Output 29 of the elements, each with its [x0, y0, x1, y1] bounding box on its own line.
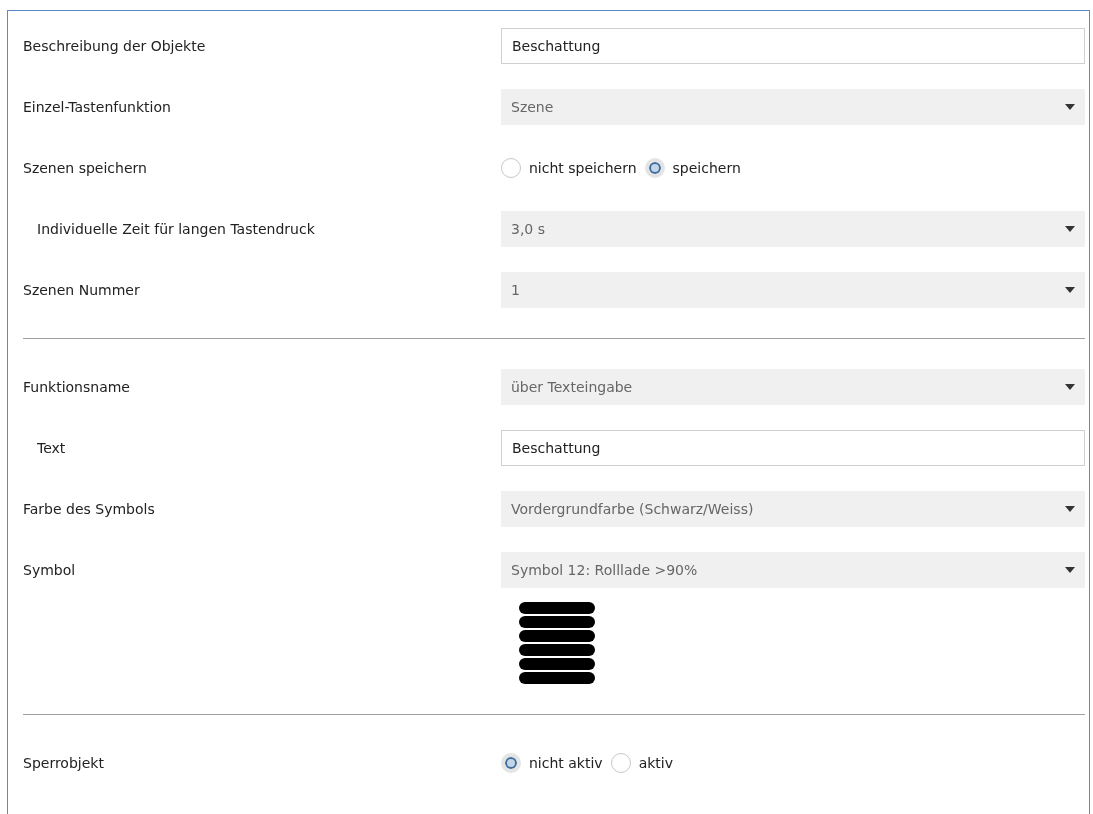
field-label: Farbe des Symbols	[23, 500, 156, 517]
field-label: Text	[36, 439, 67, 456]
field-label: Szenen speichern	[23, 159, 148, 176]
caret-icon	[1065, 505, 1075, 512]
text-field[interactable]: Beschattung	[501, 27, 1085, 64]
caret-icon	[1065, 286, 1075, 293]
dropdown[interactable]: Szene	[501, 88, 1085, 125]
dropdown[interactable]: über Texteingabe	[501, 368, 1085, 405]
radio-option[interactable]: aktiv	[610, 752, 673, 773]
radio-option[interactable]: nicht speichern	[501, 157, 637, 178]
field-label: Einzel-Tastenfunktion	[23, 98, 172, 115]
field-label: Individuelle Zeit für langen Tastendruck	[36, 220, 316, 237]
field-label: Szenen Nummer	[23, 281, 141, 298]
dropdown[interactable]: Symbol 12: Rolllade >90%	[501, 551, 1085, 588]
dropdown[interactable]: 1	[501, 271, 1085, 308]
caret-icon	[1065, 103, 1075, 110]
dropdown[interactable]: 3,0 s	[501, 210, 1085, 247]
radio-option[interactable]: nicht aktiv	[501, 752, 603, 773]
field-label: Beschreibung der Objekte	[23, 37, 207, 54]
field-label: Sperrobjekt	[23, 754, 105, 771]
dropdown[interactable]: Vordergrundfarbe (Schwarz/Weiss)	[501, 490, 1085, 527]
caret-icon	[1065, 225, 1075, 232]
caret-icon	[1065, 383, 1075, 390]
field-label: Funktionsname	[23, 378, 131, 395]
radio-option[interactable]: speichern	[644, 157, 741, 178]
roller-shutter-icon	[519, 602, 595, 686]
field-label: Symbol	[23, 561, 77, 578]
text-field[interactable]: Beschattung	[501, 429, 1085, 466]
caret-icon	[1065, 566, 1075, 573]
